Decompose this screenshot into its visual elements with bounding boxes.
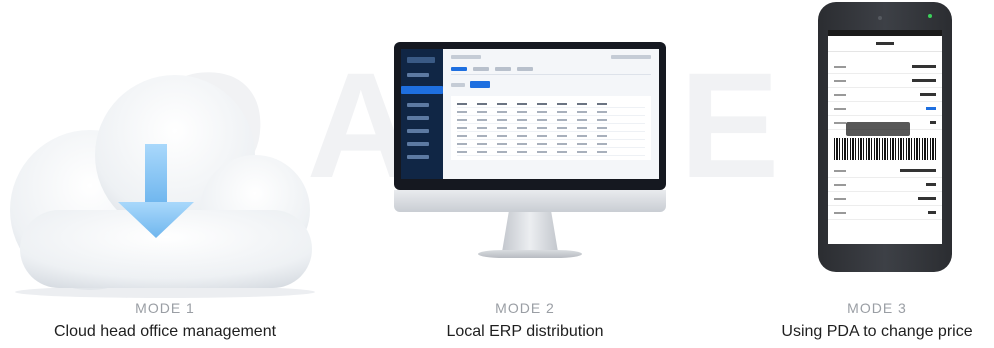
monitor-stand	[502, 212, 558, 252]
mode-1-description: Cloud head office management	[53, 323, 277, 340]
mode-2-description: Local ERP distribution	[446, 323, 604, 340]
erp-table	[451, 96, 651, 160]
barcode-icon	[834, 138, 936, 160]
mode-2-panel: MODE 2 Local ERP distribution	[360, 0, 690, 348]
erp-sidebar	[401, 49, 443, 179]
monitor-frame	[394, 42, 666, 190]
mode-3-panel: MODE 3 Using PDA to change price	[760, 0, 994, 348]
mode-3-label: MODE 3	[847, 300, 907, 316]
mode-2-label: MODE 2	[495, 300, 555, 316]
pda-screen	[828, 30, 942, 244]
monitor-chin	[394, 190, 666, 212]
mode-3-description: Using PDA to change price	[781, 323, 973, 340]
monitor-base	[478, 250, 582, 258]
erp-screen	[401, 49, 659, 179]
cloud-download-icon	[10, 75, 315, 298]
erp-main	[443, 49, 659, 179]
mode-1-label: MODE 1	[135, 300, 195, 316]
pda-handheld-icon	[818, 2, 952, 272]
pda-toast	[846, 122, 910, 136]
mode-1-panel: MODE 1 Cloud head office management	[0, 0, 330, 348]
desktop-monitor-icon	[394, 42, 666, 258]
